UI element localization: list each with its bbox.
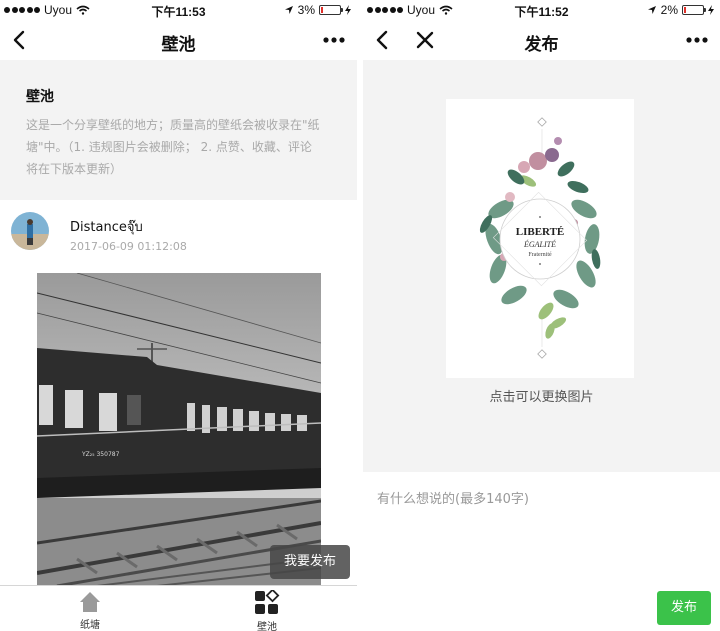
image-picker-area[interactable]: LIBERTÉ ÉGALITÉ Fraternité 点击可以更换图片 bbox=[363, 60, 720, 472]
card-text-fraternite: Fraternité bbox=[528, 252, 552, 258]
status-bar: Uyou 下午11:53 3% bbox=[0, 0, 357, 20]
publish-wallpaper-button[interactable]: 我要发布 bbox=[270, 545, 350, 579]
post-timestamp: 2017-06-09 01:12:08 bbox=[70, 240, 187, 253]
car-number-label: YZ₂₅ 350787 bbox=[81, 451, 120, 458]
navigation-bar: 发布 bbox=[363, 20, 720, 60]
navigation-bar: 壁池 bbox=[0, 20, 357, 60]
wallpaper-pool-screen: Uyou 下午11:53 3% 壁池 壁池 这是一个分享壁纸的地方；质量高的壁纸… bbox=[0, 0, 357, 631]
post-username[interactable]: Distanceจุ๊บ bbox=[70, 216, 143, 237]
more-icon[interactable] bbox=[684, 28, 710, 52]
home-icon bbox=[80, 592, 100, 612]
intro-line: 这是一个分享壁纸的地方；质量高的壁纸会被收录在"纸 bbox=[26, 118, 320, 132]
grid-icon bbox=[255, 590, 280, 614]
selected-wallpaper-preview[interactable]: LIBERTÉ ÉGALITÉ Fraternité bbox=[446, 99, 634, 378]
location-arrow-icon bbox=[284, 6, 293, 14]
tab-bar: 纸塘 壁池 bbox=[0, 585, 357, 631]
caption-input[interactable]: 有什么想说的(最多140字) bbox=[377, 488, 529, 507]
battery-icon bbox=[319, 5, 343, 15]
change-image-hint: 点击可以更换图片 bbox=[489, 390, 594, 405]
tab-paper-pond[interactable]: 纸塘 bbox=[60, 590, 120, 631]
battery-percent: 3% bbox=[297, 3, 315, 17]
avatar[interactable] bbox=[11, 212, 49, 250]
battery-icon bbox=[682, 5, 706, 15]
intro-line: 将在下版本更新） bbox=[26, 162, 123, 176]
location-arrow-icon bbox=[647, 6, 656, 14]
intro-panel: 壁池 这是一个分享壁纸的地方；质量高的壁纸会被收录在"纸 塘"中。（1. 违规图… bbox=[0, 60, 357, 200]
charging-bolt-icon bbox=[708, 5, 714, 15]
tab-wallpaper-pool[interactable]: 壁池 bbox=[237, 590, 297, 631]
battery-percent: 2% bbox=[660, 3, 678, 17]
page-title: 壁池 bbox=[161, 35, 196, 55]
intro-line: 塘"中。（1. 违规图片会被删除； 2. 点赞、收藏、评论 bbox=[26, 140, 312, 154]
charging-bolt-icon bbox=[345, 5, 351, 15]
more-icon[interactable] bbox=[321, 28, 347, 52]
card-text-liberte: LIBERTÉ bbox=[516, 226, 565, 238]
intro-description: 这是一个分享壁纸的地方；质量高的壁纸会被收录在"纸 塘"中。（1. 违规图片会被… bbox=[26, 114, 333, 180]
intro-title: 壁池 bbox=[26, 89, 54, 105]
publish-screen: Uyou 下午11:52 2% 发布 LIBERTÉ ÉGALITÉ Frate… bbox=[363, 0, 720, 631]
post-wallpaper-image[interactable]: YZ₂₅ 350787 bbox=[37, 273, 321, 586]
tab-label: 壁池 bbox=[257, 622, 277, 631]
status-bar: Uyou 下午11:52 2% bbox=[363, 0, 720, 20]
tab-label: 纸塘 bbox=[80, 620, 100, 631]
post-header: Distanceจุ๊บ 2017-06-09 01:12:08 bbox=[0, 210, 357, 266]
page-title: 发布 bbox=[524, 35, 559, 55]
publish-button[interactable]: 发布 bbox=[657, 591, 711, 625]
card-text-egalite: ÉGALITÉ bbox=[523, 239, 556, 249]
